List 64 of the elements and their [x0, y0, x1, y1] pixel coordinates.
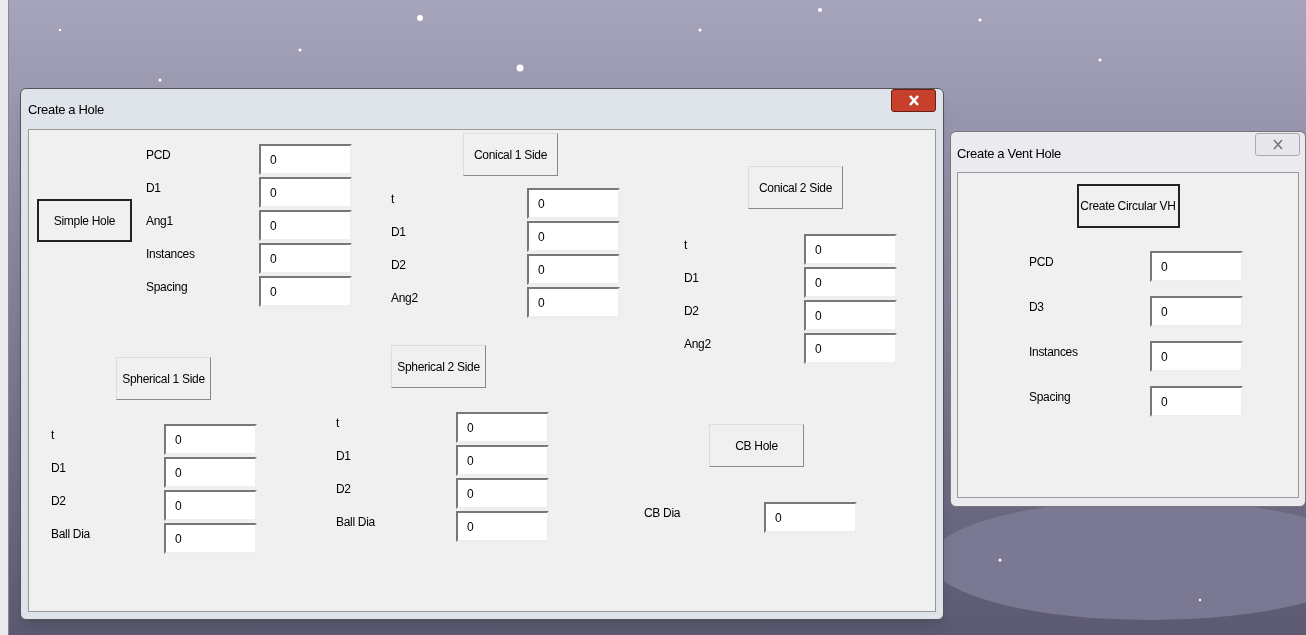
form-button[interactable]: Spherical 2 Side — [391, 345, 486, 388]
input-field[interactable]: 0 — [259, 144, 352, 175]
field-label: Instances — [146, 246, 196, 263]
input-field[interactable]: 0 — [164, 457, 257, 488]
input-field[interactable]: 0 — [164, 523, 257, 554]
window-title: Create a Vent Hole — [957, 145, 1061, 163]
input-field[interactable]: 0 — [804, 300, 897, 331]
form-button[interactable]: Conical 2 Side — [748, 166, 843, 209]
input-field[interactable]: 0 — [259, 276, 352, 307]
field-label: D2 — [51, 493, 67, 510]
field-label: t — [336, 415, 341, 432]
input-field[interactable]: 0 — [259, 243, 352, 274]
close-icon — [907, 95, 920, 106]
input-field[interactable]: 0 — [259, 177, 352, 208]
field-label: t — [391, 191, 396, 208]
field-label: D3 — [1029, 299, 1045, 316]
field-label: Ball Dia — [51, 526, 91, 543]
input-field[interactable]: 0 — [456, 511, 549, 542]
field-label: Instances — [1029, 344, 1079, 361]
window-title: Create a Hole — [28, 101, 104, 119]
input-field[interactable]: 0 — [1150, 341, 1243, 372]
close-icon — [1271, 139, 1284, 150]
input-field[interactable]: 0 — [164, 490, 257, 521]
input-field[interactable]: 0 — [804, 234, 897, 265]
input-field[interactable]: 0 — [1150, 386, 1243, 417]
input-field[interactable]: 0 — [1150, 251, 1243, 282]
form-button[interactable]: Create Circular VH — [1076, 184, 1180, 228]
field-label: Ang1 — [146, 213, 174, 230]
input-field[interactable]: 0 — [527, 221, 620, 252]
field-label: t — [51, 427, 56, 444]
field-label: D1 — [336, 448, 352, 465]
input-field[interactable]: 0 — [164, 424, 257, 455]
field-label: D1 — [146, 180, 162, 197]
close-button[interactable] — [891, 89, 936, 112]
input-field[interactable]: 0 — [804, 333, 897, 364]
input-field[interactable]: 0 — [456, 412, 549, 443]
field-label: Spacing — [1029, 389, 1072, 406]
input-field[interactable]: 0 — [527, 287, 620, 318]
field-label: D2 — [336, 481, 352, 498]
form-button[interactable]: Simple Hole — [37, 199, 132, 242]
input-field[interactable]: 0 — [804, 267, 897, 298]
input-field[interactable]: 0 — [456, 445, 549, 476]
field-label: D1 — [391, 224, 407, 241]
input-field[interactable]: 0 — [1150, 296, 1243, 327]
field-label: PCD — [1029, 254, 1055, 271]
field-label: Ang2 — [684, 336, 712, 353]
form-button[interactable]: Spherical 1 Side — [116, 357, 211, 400]
form-button[interactable]: CB Hole — [709, 424, 804, 467]
field-label: D2 — [684, 303, 700, 320]
field-label: Spacing — [146, 279, 189, 296]
field-label: CB Dia — [644, 505, 682, 522]
field-label: D1 — [51, 460, 67, 477]
input-field[interactable]: 0 — [527, 254, 620, 285]
field-label: t — [684, 237, 689, 254]
field-label: Ball Dia — [336, 514, 376, 531]
input-field[interactable]: 0 — [527, 188, 620, 219]
field-label: D1 — [684, 270, 700, 287]
input-field[interactable]: 0 — [456, 478, 549, 509]
field-label: Ang2 — [391, 290, 419, 307]
field-label: PCD — [146, 147, 172, 164]
input-field[interactable]: 0 — [764, 502, 857, 533]
form-button[interactable]: Conical 1 Side — [463, 133, 558, 176]
input-field[interactable]: 0 — [259, 210, 352, 241]
field-label: D2 — [391, 257, 407, 274]
